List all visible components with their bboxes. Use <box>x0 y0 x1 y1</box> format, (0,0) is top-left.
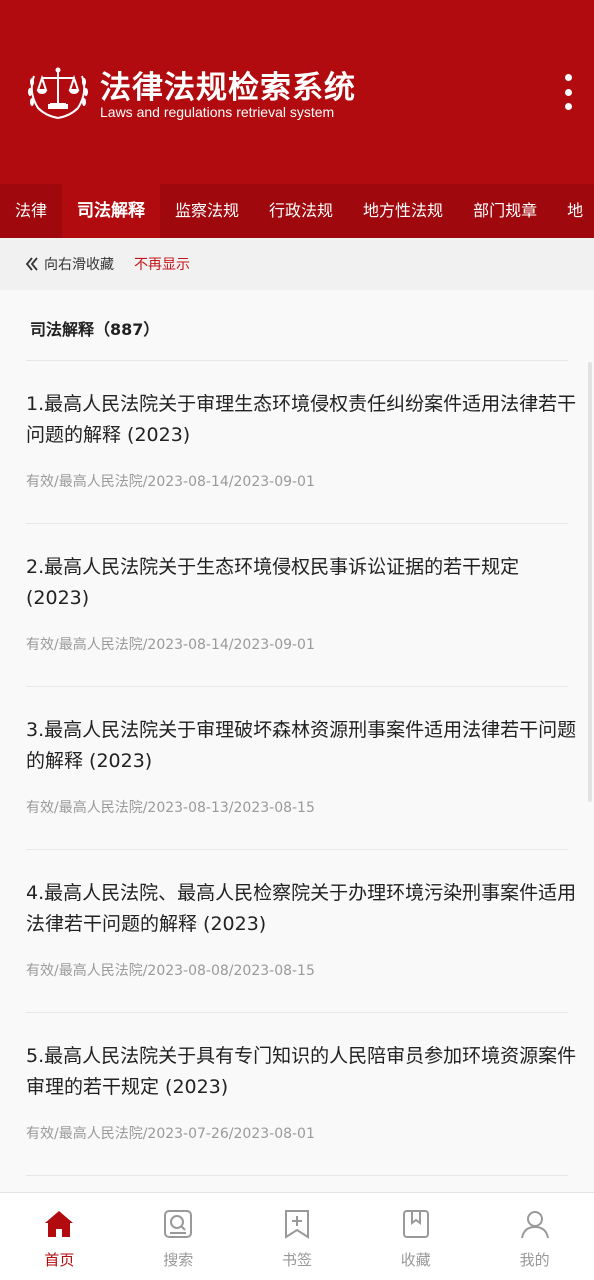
list-item[interactable]: 5.最高人民法院关于具有专门知识的人民陪审员参加环境资源案件审理的若干规定 (2… <box>26 1013 576 1176</box>
nav-label: 我的 <box>519 1251 550 1269</box>
item-title: 5.最高人民法院关于具有专门知识的人民陪审员参加环境资源案件审理的若干规定 (2… <box>26 1045 577 1098</box>
item-title: 1.最高人民法院关于审理生态环境侵权责任纠纷案件适用法律若干问题的解释 (202… <box>26 393 577 446</box>
list-item[interactable]: 1.最高人民法院关于审理生态环境侵权责任纠纷案件适用法律若干问题的解释 (202… <box>26 361 576 524</box>
tab-local-regulations[interactable]: 地方性法规 <box>348 184 458 238</box>
book-favorite-icon <box>402 1210 429 1238</box>
item-meta: 有效/最高人民法院/2023-08-13/2023-08-15 <box>26 800 315 816</box>
nav-label: 首页 <box>44 1251 75 1269</box>
app-header: 法律法规检索系统 Laws and regulations retrieval … <box>0 0 594 184</box>
app-title: 法律法规检索系统 <box>100 70 356 106</box>
tab-administrative-regulations[interactable]: 行政法规 <box>254 184 348 238</box>
scales-emblem-icon <box>28 67 88 119</box>
tab-judicial-interpretation[interactable]: 司法解释 <box>62 184 161 238</box>
tab-department-rules[interactable]: 部门规章 <box>458 184 552 238</box>
swipe-hint-text: 向右滑收藏 <box>44 257 114 273</box>
user-icon <box>520 1211 549 1239</box>
dont-show-again-link[interactable]: 不再显示 <box>134 254 190 274</box>
item-title: 2.最高人民法院关于生态环境侵权民事诉讼证据的若干规定 (2023) <box>26 556 520 609</box>
list-item[interactable]: 3.最高人民法院关于审理破坏森林资源刑事案件适用法律若干问题的解释 (2023)… <box>26 687 576 850</box>
nav-bookmark[interactable]: 书签 <box>238 1193 357 1280</box>
more-menu-button[interactable] <box>556 70 580 114</box>
item-title: 3.最高人民法院关于审理破坏森林资源刑事案件适用法律若干问题的解释 (2023) <box>26 719 577 772</box>
bottom-nav: 首页 搜索 书签 收藏 我的 <box>0 1192 594 1280</box>
nav-search[interactable]: 搜索 <box>119 1193 238 1280</box>
swipe-hint-bar: 向右滑收藏 不再显示 <box>0 238 594 290</box>
item-meta: 有效/最高人民法院/2023-08-14/2023-09-01 <box>26 474 315 490</box>
nav-label: 搜索 <box>163 1251 194 1269</box>
results-panel: 司法解释（887） 1.最高人民法院关于审理生态环境侵权责任纠纷案件适用法律若干… <box>0 290 594 1192</box>
bookmark-add-icon <box>284 1210 309 1239</box>
tab-supervisory-regulations[interactable]: 监察法规 <box>160 184 254 238</box>
double-chevron-left-icon <box>25 257 38 271</box>
more-dot-icon <box>564 88 572 96</box>
nav-label: 收藏 <box>400 1251 431 1269</box>
more-dot-icon <box>564 74 572 81</box>
nav-favorites[interactable]: 收藏 <box>356 1193 475 1280</box>
nav-home[interactable]: 首页 <box>0 1193 119 1280</box>
item-meta: 有效/最高人民法院/2023-08-14/2023-09-01 <box>26 637 315 653</box>
nav-profile[interactable]: 我的 <box>475 1193 594 1280</box>
item-meta: 有效/最高人民法院/2023-08-08/2023-08-15 <box>26 963 315 979</box>
search-icon <box>164 1210 193 1238</box>
tab-more[interactable]: 地 <box>552 184 594 238</box>
section-title: 司法解释（887） <box>30 320 160 339</box>
results-list: 1.最高人民法院关于审理生态环境侵权责任纠纷案件适用法律若干问题的解释 (202… <box>0 361 594 1176</box>
more-dot-icon <box>564 103 572 110</box>
item-meta: 有效/最高人民法院/2023-07-26/2023-08-01 <box>26 1126 315 1142</box>
tab-law[interactable]: 法律 <box>0 184 62 238</box>
list-item[interactable]: 2.最高人民法院关于生态环境侵权民事诉讼证据的若干规定 (2023) 有效/最高… <box>26 524 568 687</box>
list-item[interactable]: 4.最高人民法院、最高人民检察院关于办理环境污染刑事案件适用法律若干问题的解释 … <box>26 850 576 1013</box>
app-subtitle: Laws and regulations retrieval system <box>100 104 335 120</box>
category-tabs: 法律 司法解释 监察法规 行政法规 地方性法规 部门规章 地 <box>0 184 594 238</box>
home-icon <box>45 1211 74 1237</box>
nav-label: 书签 <box>281 1251 312 1269</box>
item-title: 4.最高人民法院、最高人民检察院关于办理环境污染刑事案件适用法律若干问题的解释 … <box>26 882 577 935</box>
